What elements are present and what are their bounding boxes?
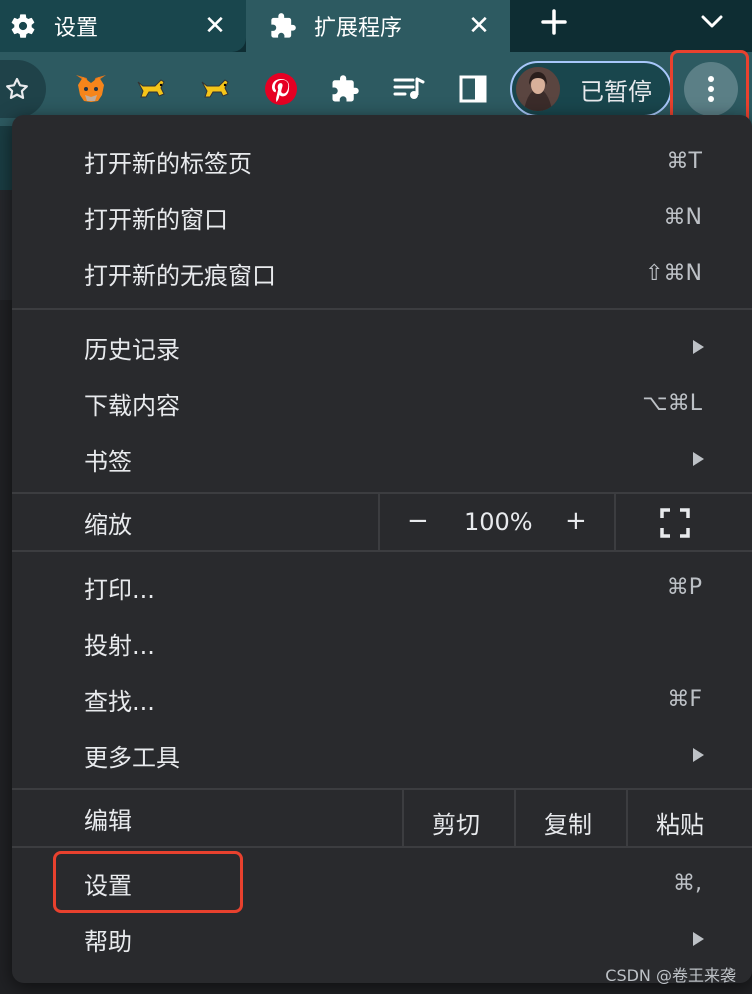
paste-button[interactable]: 粘贴: [656, 805, 704, 840]
avatar: [516, 67, 560, 111]
copy-button[interactable]: 复制: [544, 805, 592, 840]
menu-item-new-incognito[interactable]: 打开新的无痕窗口 ⇧⌘N: [12, 245, 752, 301]
menu-item-label: 设置: [84, 871, 132, 900]
shortcut-label: ⌘F: [667, 686, 702, 712]
new-tab-button[interactable]: [536, 4, 572, 40]
chevron-down-icon: [701, 15, 723, 28]
menu-item-label: 更多工具: [84, 743, 180, 772]
tab-title: 设置: [54, 16, 99, 41]
close-icon[interactable]: ✕: [464, 11, 494, 41]
menu-item-label: 打开新的标签页: [84, 149, 252, 178]
menu-item-new-window[interactable]: 打开新的窗口 ⌘N: [12, 189, 752, 245]
metamask-fox-icon[interactable]: [72, 70, 110, 108]
edit-divider: [626, 790, 628, 846]
menu-item-bookmarks[interactable]: 书签: [12, 431, 752, 487]
profile-status-label: 已暂停: [580, 77, 652, 106]
edit-divider: [402, 790, 404, 846]
shortcut-label: ⌘P: [666, 574, 702, 600]
zoom-out-button[interactable]: −: [407, 506, 429, 536]
menu-row-edit: 编辑: [12, 790, 752, 846]
media-queue-icon[interactable]: [390, 70, 428, 108]
tab-settings[interactable]: 设置 ✕: [0, 0, 246, 52]
menu-row-zoom: 缩放: [12, 494, 752, 550]
menu-item-help[interactable]: 帮助: [12, 911, 752, 967]
zoom-level: 100%: [464, 508, 533, 536]
submenu-arrow-icon: [693, 340, 704, 354]
menu-item-label: 下载内容: [84, 391, 180, 420]
plus-icon: [541, 9, 567, 35]
pinterest-icon[interactable]: [262, 70, 300, 108]
menu-item-downloads[interactable]: 下载内容 ⌥⌘L: [12, 375, 752, 431]
tomcat-icon[interactable]: [198, 70, 236, 108]
shortcut-label: ⌘,: [673, 870, 702, 896]
shortcut-label: ⌥⌘L: [642, 390, 702, 416]
menu-item-label: 帮助: [84, 927, 132, 956]
shortcut-label: ⇧⌘N: [645, 260, 702, 286]
tab-search-button[interactable]: [694, 4, 730, 40]
side-panel-icon[interactable]: [454, 70, 492, 108]
tab-title: 扩展程序: [314, 16, 403, 41]
menu-item-label: 投射...: [84, 631, 155, 660]
menu-item-label: 打开新的无痕窗口: [84, 261, 276, 290]
menu-item-label: 打印...: [84, 575, 155, 604]
menu-item-find[interactable]: 查找... ⌘F: [12, 671, 752, 727]
cut-button[interactable]: 剪切: [432, 805, 480, 840]
shortcut-label: ⌘N: [663, 204, 702, 230]
edit-label: 编辑: [84, 806, 132, 835]
menu-item-print[interactable]: 打印... ⌘P: [12, 559, 752, 615]
zoom-divider: [378, 494, 380, 550]
submenu-arrow-icon: [693, 932, 704, 946]
submenu-arrow-icon: [693, 748, 704, 762]
menu-item-label: 打开新的窗口: [84, 205, 228, 234]
omnibox[interactable]: [0, 60, 46, 118]
zoom-divider: [614, 494, 616, 550]
edit-divider: [514, 790, 516, 846]
menu-item-cast[interactable]: 投射...: [12, 615, 752, 671]
star-outline-icon[interactable]: [4, 76, 30, 102]
menu-divider: [12, 550, 752, 552]
puzzle-icon[interactable]: [326, 70, 364, 108]
zoom-label: 缩放: [84, 510, 132, 539]
chrome-app-menu: 打开新的标签页 ⌘T 打开新的窗口 ⌘N 打开新的无痕窗口 ⇧⌘N 历史记录 下…: [12, 115, 752, 983]
watermark-text: CSDN @卷王来袭: [605, 966, 736, 985]
menu-item-label: 书签: [84, 447, 132, 476]
tab-extensions[interactable]: 扩展程序 ✕: [246, 0, 510, 52]
menu-divider: [12, 308, 752, 310]
gear-icon: [8, 11, 38, 41]
submenu-arrow-icon: [693, 452, 704, 466]
tomcat-icon[interactable]: [134, 70, 172, 108]
chrome-menu-button[interactable]: [684, 62, 738, 116]
close-icon[interactable]: ✕: [200, 11, 230, 41]
menu-item-more-tools[interactable]: 更多工具: [12, 727, 752, 783]
kebab-menu-icon: [708, 76, 714, 102]
fullscreen-icon[interactable]: [660, 508, 690, 538]
puzzle-icon: [268, 11, 298, 41]
menu-item-settings[interactable]: 设置 ⌘,: [12, 855, 752, 911]
zoom-in-button[interactable]: +: [565, 506, 587, 536]
menu-item-history[interactable]: 历史记录: [12, 319, 752, 375]
shortcut-label: ⌘T: [666, 148, 702, 174]
menu-divider: [12, 846, 752, 848]
menu-item-label: 历史记录: [84, 335, 180, 364]
profile-button[interactable]: 已暂停: [510, 61, 672, 117]
menu-item-label: 查找...: [84, 687, 155, 716]
menu-item-new-tab[interactable]: 打开新的标签页 ⌘T: [12, 133, 752, 189]
tab-strip: 设置 ✕ 扩展程序 ✕: [0, 0, 752, 52]
